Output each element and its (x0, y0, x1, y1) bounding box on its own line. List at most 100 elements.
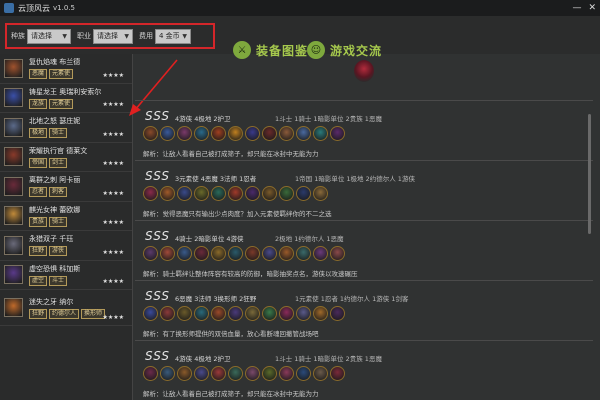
hero-icon[interactable] (262, 186, 277, 201)
hero-icon[interactable] (245, 306, 260, 321)
hero-item[interactable]: 永猎双子 千珏 狂野 游侠 ★★★★ (0, 231, 132, 261)
hero-icon[interactable] (296, 126, 311, 141)
hero-icon[interactable] (279, 186, 294, 201)
hero-stars: ★★★★ (102, 160, 124, 167)
hero-icon[interactable] (330, 126, 345, 141)
hero-icon[interactable] (245, 126, 260, 141)
hero-icon[interactable] (194, 306, 209, 321)
hero-icon[interactable] (177, 306, 192, 321)
hero-icon[interactable] (262, 246, 277, 261)
comp-panel: SSS 4游侠 4极地 2护卫 1斗士 1骑士 1暗影单位 2贵族 1恶魔 解析… (135, 54, 593, 400)
filter-group: 种族 请选择 ▼ 职业 请选择 ▼ 费用 4 金币 ▼ (5, 23, 215, 49)
hero-item[interactable]: 荣耀执行官 德莱文 帝国 剑士 ★★★★ (0, 143, 132, 172)
hero-name: 荣耀执行官 德莱文 (29, 146, 88, 155)
hero-icon[interactable] (296, 246, 311, 261)
hero-icon[interactable] (160, 366, 175, 381)
hero-icon[interactable] (194, 186, 209, 201)
window-controls: — ✕ (572, 2, 596, 14)
hero-item[interactable]: 铸星龙王 奥瑞利安索尔 龙族 元素使 ★★★★ (0, 84, 132, 113)
minimize-icon[interactable]: — (572, 2, 581, 14)
hero-icon[interactable] (262, 126, 277, 141)
comp-synergy: 3元素使 4恶魔 3法师 1忍者 (175, 175, 257, 183)
hero-item[interactable]: 离群之刺 阿卡丽 忍者 刺客 ★★★★ (0, 172, 132, 202)
comp-extra-synergy: 1帝国 1暗影单位 1极地 2约德尔人 1游侠 (295, 175, 415, 183)
hero-icon[interactable] (160, 186, 175, 201)
hero-item[interactable]: 虚空恐惧 科加斯 虚空 斗士 ★★★★ (0, 261, 132, 290)
hero-icon[interactable] (211, 186, 226, 201)
hero-icon[interactable] (160, 126, 175, 141)
comp-hero-icons (143, 366, 345, 381)
hero-icon[interactable] (279, 306, 294, 321)
hero-icon[interactable] (313, 306, 328, 321)
hero-icon[interactable] (228, 366, 243, 381)
race-filter-select[interactable]: 请选择 ▼ (27, 28, 71, 44)
comp-card[interactable]: SSS 4游侠 4极地 2护卫 1斗士 1骑士 1暗影单位 2贵族 1恶魔 解析… (135, 100, 593, 160)
champion-avatar-icon (354, 60, 374, 82)
chevron-down-icon: ▼ (124, 32, 129, 40)
cost-filter-select[interactable]: 4 金币 ▼ (155, 28, 191, 44)
hero-icon[interactable] (228, 246, 243, 261)
hero-icon[interactable] (262, 366, 277, 381)
comp-card[interactable]: SSS 4游侠 4极地 2护卫 1斗士 1骑士 1暗影单位 2贵族 1恶魔 解析… (135, 340, 593, 400)
hero-icon[interactable] (143, 246, 158, 261)
hero-icon[interactable] (279, 366, 294, 381)
hero-icon[interactable] (296, 186, 311, 201)
hero-icon[interactable] (330, 306, 345, 321)
hero-icon[interactable] (143, 126, 158, 141)
comp-synergy: 6恶魔 3法师 3换形师 2狂野 (175, 295, 257, 303)
hero-stars: ★★★★ (102, 71, 124, 79)
close-icon[interactable]: ✕ (588, 2, 596, 14)
scrollbar[interactable] (588, 114, 591, 234)
hero-icon[interactable] (211, 126, 226, 141)
hero-icon[interactable] (160, 246, 175, 261)
hero-icon[interactable] (296, 306, 311, 321)
comp-rank: SSS (145, 109, 170, 123)
hero-portrait (4, 235, 23, 255)
hero-item[interactable]: 复仇焰魂 布兰德 恶魔 元素使 ★★★★ (0, 54, 132, 84)
hero-icon[interactable] (313, 366, 328, 381)
hero-icon[interactable] (313, 126, 328, 141)
hero-icon[interactable] (245, 366, 260, 381)
hero-stars: ★★★★ (102, 278, 124, 285)
hero-item[interactable]: 迷失之牙 纳尔 狂野 约德尔人 换形师 ★★★★ (0, 290, 132, 326)
hero-icon[interactable] (330, 366, 345, 381)
hero-icon[interactable] (330, 246, 345, 261)
hero-icon[interactable] (228, 306, 243, 321)
hero-icon[interactable] (177, 186, 192, 201)
hero-icon[interactable] (262, 306, 277, 321)
hero-icon[interactable] (296, 366, 311, 381)
comp-extra-synergy: 1斗士 1骑士 1暗影单位 2贵族 1恶魔 (275, 115, 382, 123)
hero-icon[interactable] (313, 186, 328, 201)
hero-item[interactable]: 北地之怒 瑟庄妮 极地 骑士 ★★★★ (0, 113, 132, 143)
hero-icon[interactable] (211, 366, 226, 381)
hero-icon[interactable] (143, 366, 158, 381)
class-filter-select[interactable]: 请选择 ▼ (93, 28, 133, 44)
cost-filter-label: 费用 (139, 32, 153, 40)
hero-icon[interactable] (143, 306, 158, 321)
hero-icon[interactable] (194, 366, 209, 381)
hero-icon[interactable] (177, 246, 192, 261)
hero-icon[interactable] (245, 246, 260, 261)
filter-bar: 种族 请选择 ▼ 职业 请选择 ▼ 费用 4 金币 ▼ ⚔ 装备图鉴 ☺ 游戏交… (0, 16, 600, 59)
hero-icon[interactable] (177, 366, 192, 381)
hero-icon[interactable] (313, 246, 328, 261)
class-filter-value: 请选择 (97, 32, 118, 40)
hero-icon[interactable] (194, 126, 209, 141)
hero-icon[interactable] (279, 246, 294, 261)
hero-icon[interactable] (160, 306, 175, 321)
hero-icon[interactable] (143, 186, 158, 201)
hero-icon[interactable] (211, 246, 226, 261)
comp-note: 解析：觉得恶魔只有输出少点肉度？加入元素使羁绊你的不二之选 (143, 210, 332, 218)
hero-icon[interactable] (245, 186, 260, 201)
hero-item[interactable]: 麒光女神 蕾欧娜 贵族 骑士 ★★★★ (0, 202, 132, 231)
comp-card[interactable]: SSS 3元素使 4恶魔 3法师 1忍者 1帝国 1暗影单位 1极地 2约德尔人… (135, 160, 593, 220)
comp-card[interactable]: SSS 6恶魔 3法师 3换形师 2狂野 1元素使 1忍者 1约德尔人 1游侠 … (135, 280, 593, 340)
hero-icon[interactable] (228, 126, 243, 141)
comp-extra-synergy: 2极地 1约德尔人 1恶魔 (275, 235, 344, 243)
hero-icon[interactable] (279, 126, 294, 141)
hero-icon[interactable] (177, 126, 192, 141)
hero-icon[interactable] (228, 186, 243, 201)
hero-icon[interactable] (211, 306, 226, 321)
comp-card[interactable]: SSS 4骑士 2暗影单位 4游侠 2极地 1约德尔人 1恶魔 解析：骑士羁绊让… (135, 220, 593, 280)
hero-icon[interactable] (194, 246, 209, 261)
